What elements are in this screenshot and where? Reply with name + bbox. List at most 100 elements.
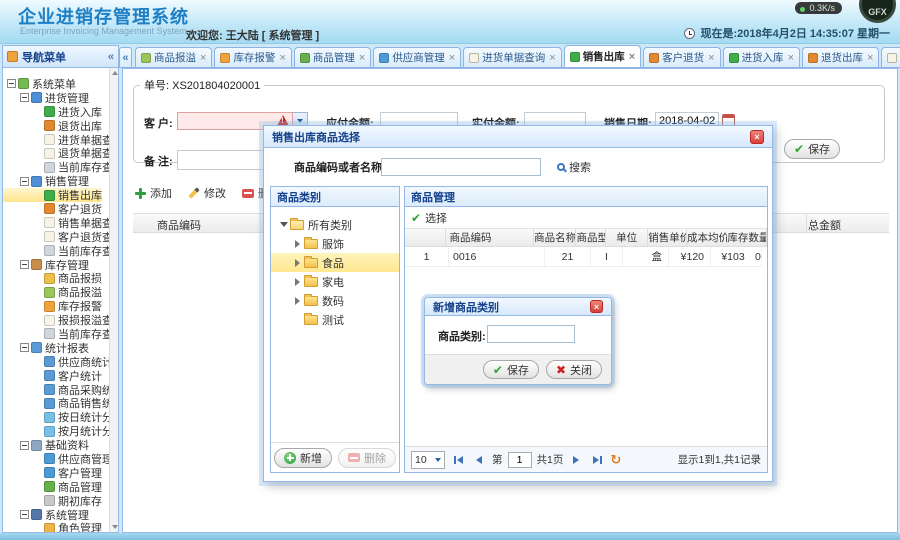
dialog-title-bar[interactable]: 销售出库商品选择 × (264, 126, 772, 148)
tree-expander-icon[interactable] (20, 510, 29, 520)
tab-close-icon[interactable]: × (867, 52, 873, 64)
tree-arrow-icon[interactable] (279, 222, 288, 227)
tab-scroll-left-button[interactable]: « (119, 47, 132, 67)
sidebar-tree-item[interactable]: 销售单据查询 (3, 216, 118, 230)
sidebar-tree-item[interactable]: 基础资料 (3, 438, 89, 452)
sidebar-tree-item[interactable]: 客户退货查询 (3, 230, 118, 244)
tab-close-icon[interactable]: × (788, 52, 794, 64)
tab-close-icon[interactable]: × (629, 51, 635, 63)
sidebar-tree-item[interactable]: 客户退货 (3, 202, 102, 216)
sidebar-tree-item[interactable]: 退货单据查询 (3, 146, 118, 160)
sidebar-tree-item[interactable]: 当前库存查询 (3, 327, 118, 341)
scroll-up-icon[interactable] (112, 71, 118, 75)
search-button[interactable]: 搜索 (557, 159, 591, 175)
tree-arrow-icon[interactable] (295, 239, 300, 248)
sidebar-tree-item[interactable]: 报损报溢查询 (3, 313, 118, 327)
category-tree-item[interactable]: 食品 (271, 253, 399, 272)
scroll-down-icon[interactable] (112, 525, 118, 529)
tab[interactable]: 商品报溢 × (135, 47, 213, 67)
sidebar-tree-item[interactable]: 角色管理 (3, 522, 102, 532)
sidebar-tree-item[interactable]: 客户管理 (3, 466, 102, 480)
sidebar-tree-item[interactable]: 商品报溢 (3, 285, 102, 299)
tree-expander-icon[interactable] (20, 440, 29, 450)
sidebar-tree-item[interactable]: 统计报表 (3, 341, 89, 355)
sidebar-tree-item[interactable]: 系统管理 (3, 508, 89, 522)
tree-expander-icon[interactable] (20, 93, 29, 103)
sidebar-tree-item[interactable]: 期初库存 (3, 494, 102, 508)
tab[interactable]: 退货单据查询 × (881, 47, 900, 67)
category-tree-item[interactable]: 所有类别 (271, 215, 399, 234)
select-button[interactable]: ✔ 选择 (405, 207, 767, 229)
sidebar-tree-item[interactable]: 销售出库 (3, 188, 102, 202)
sidebar-scrollbar[interactable] (109, 68, 118, 532)
sidebar-tree-item[interactable]: 库存管理 (3, 258, 89, 272)
close-icon[interactable]: × (750, 129, 764, 144)
sidebar-tree-item[interactable]: 销售管理 (3, 174, 89, 188)
first-page-button[interactable] (450, 452, 466, 468)
table-row[interactable]: 1 0016 21 I 盒 ¥120 ¥103 0 (405, 247, 767, 267)
tree-item-icon (31, 92, 42, 104)
tree-expander-icon[interactable] (20, 176, 29, 186)
close-icon[interactable]: × (590, 300, 603, 313)
tab[interactable]: 进货入库 × (722, 47, 800, 67)
save-button[interactable]: ✔ 保存 (784, 139, 841, 159)
sidebar-tree-item[interactable]: 商品报损 (3, 271, 102, 285)
prev-page-button[interactable] (471, 452, 487, 468)
sidebar-tree-item[interactable]: 供应商管理 (3, 452, 113, 466)
tree-expander-icon[interactable] (7, 79, 16, 89)
sidebar-collapse-button[interactable]: « (108, 51, 114, 63)
category-field-input[interactable] (487, 325, 575, 343)
sidebar-tree-item[interactable]: 供应商统计 (3, 355, 113, 369)
tab-close-icon[interactable]: × (279, 52, 285, 64)
dialog-title-bar[interactable]: 新增商品类别 × (425, 298, 611, 316)
tab[interactable]: 商品管理 × (293, 47, 372, 67)
tree-arrow-icon[interactable] (295, 258, 300, 267)
tab[interactable]: 供应商管理 × (373, 47, 462, 67)
tree-arrow-icon[interactable] (295, 277, 300, 286)
sidebar-tree-item[interactable]: 按月统计分析 (3, 424, 118, 438)
search-input[interactable] (381, 158, 541, 176)
tree-expander-icon[interactable] (20, 343, 29, 353)
sidebar-tree-item[interactable]: 进货单据查询 (3, 133, 118, 147)
category-tree-item[interactable]: 测试 (271, 310, 399, 329)
sidebar-tree-item[interactable]: 商品采购统计 (3, 383, 118, 397)
edit-button[interactable]: 修改 (188, 185, 226, 201)
tab-close-icon[interactable]: × (549, 52, 555, 64)
page-size-select[interactable]: 10 (411, 450, 445, 469)
next-page-button[interactable] (568, 452, 584, 468)
add-button[interactable]: 添加 (135, 185, 172, 201)
tab-close-icon[interactable]: × (449, 52, 455, 64)
tab-close-icon[interactable]: × (200, 52, 206, 64)
refresh-icon[interactable]: ↻ (610, 452, 621, 468)
sidebar-tree-item[interactable]: 进货管理 (3, 91, 89, 105)
tree-arrow-icon[interactable] (295, 296, 300, 305)
sidebar-tree-item[interactable]: 商品管理 (3, 480, 102, 494)
delete-category-button[interactable]: 删除 (338, 447, 396, 468)
category-tree-item[interactable]: 家电 (271, 272, 399, 291)
sidebar-tree-item[interactable]: 系统菜单 (3, 77, 76, 91)
tab[interactable]: 客户退货 × (643, 47, 721, 67)
tab-close-icon[interactable]: × (359, 52, 365, 64)
sidebar-tree-item[interactable]: 客户统计 (3, 369, 102, 383)
sidebar-tree-item[interactable]: 进货入库 (3, 105, 102, 119)
category-tree-item[interactable]: 服饰 (271, 234, 399, 253)
last-page-button[interactable] (589, 452, 605, 468)
sidebar-tree-item[interactable]: 按日统计分析 (3, 410, 118, 424)
tab[interactable]: 进货单据查询 × (463, 47, 562, 67)
tab[interactable]: 销售出库 × (563, 45, 642, 67)
new-category-button[interactable]: 新增 (274, 447, 332, 468)
sidebar-tree-item[interactable]: 库存报警 (3, 299, 102, 313)
category-label: 测试 (322, 314, 344, 327)
sidebar-tree-item[interactable]: 当前库存查询 (3, 160, 118, 174)
save-category-button[interactable]: ✔ 保存 (482, 360, 539, 379)
category-tree-item[interactable]: 数码 (271, 291, 399, 310)
close-category-button[interactable]: ✖ 关闭 (545, 360, 602, 379)
tab[interactable]: 库存报警 × (214, 47, 292, 67)
tab-close-icon[interactable]: × (708, 52, 714, 64)
sidebar-tree-item[interactable]: 退货出库 (3, 119, 102, 133)
sidebar-tree-item[interactable]: 商品销售统计 (3, 396, 118, 410)
page-number-input[interactable] (507, 451, 532, 468)
tree-expander-icon[interactable] (20, 260, 29, 270)
sidebar-tree-item[interactable]: 当前库存查询 (3, 244, 118, 258)
tab[interactable]: 退货出库 × (802, 47, 880, 67)
